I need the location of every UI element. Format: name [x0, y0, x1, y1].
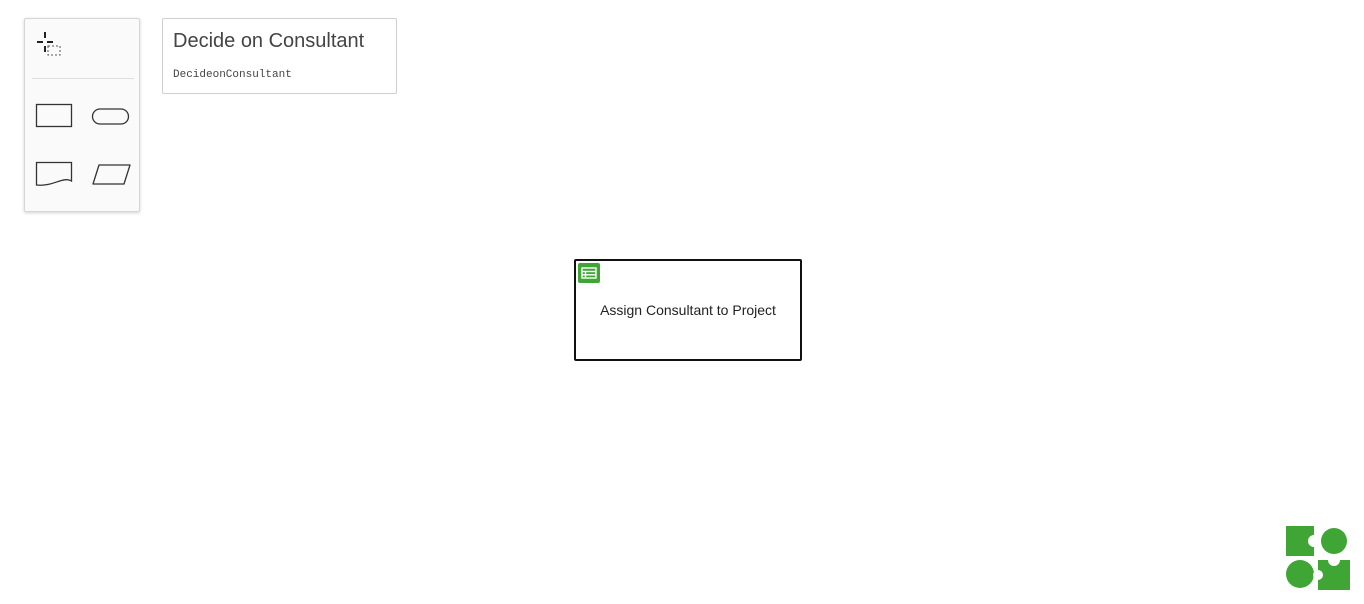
diagram-canvas[interactable]: Decide on Consultant DecideonConsultant … [0, 0, 1364, 604]
tool-palette [24, 18, 140, 212]
rounded-rectangle-icon [91, 108, 130, 125]
diagram-title: Decide on Consultant [173, 30, 365, 52]
brand-logo-icon [1286, 526, 1350, 590]
diagram-info-card: Decide on Consultant DecideonConsultant [162, 18, 397, 94]
document-icon [35, 161, 73, 186]
user-task-icon [578, 263, 600, 283]
data-tool-button[interactable] [91, 163, 133, 187]
diagram-id: DecideonConsultant [173, 69, 292, 81]
task-label: Assign Consultant to Project [600, 302, 776, 318]
task-tool-button[interactable] [35, 103, 73, 129]
lasso-icon [37, 32, 61, 56]
palette-separator [32, 78, 134, 79]
document-tool-button[interactable] [35, 161, 73, 189]
parallelogram-icon [92, 164, 131, 185]
rectangle-icon [35, 103, 73, 128]
subprocess-tool-button[interactable] [91, 107, 131, 127]
lasso-tool-button[interactable] [35, 31, 63, 59]
task-node[interactable]: Assign Consultant to Project [574, 259, 802, 361]
